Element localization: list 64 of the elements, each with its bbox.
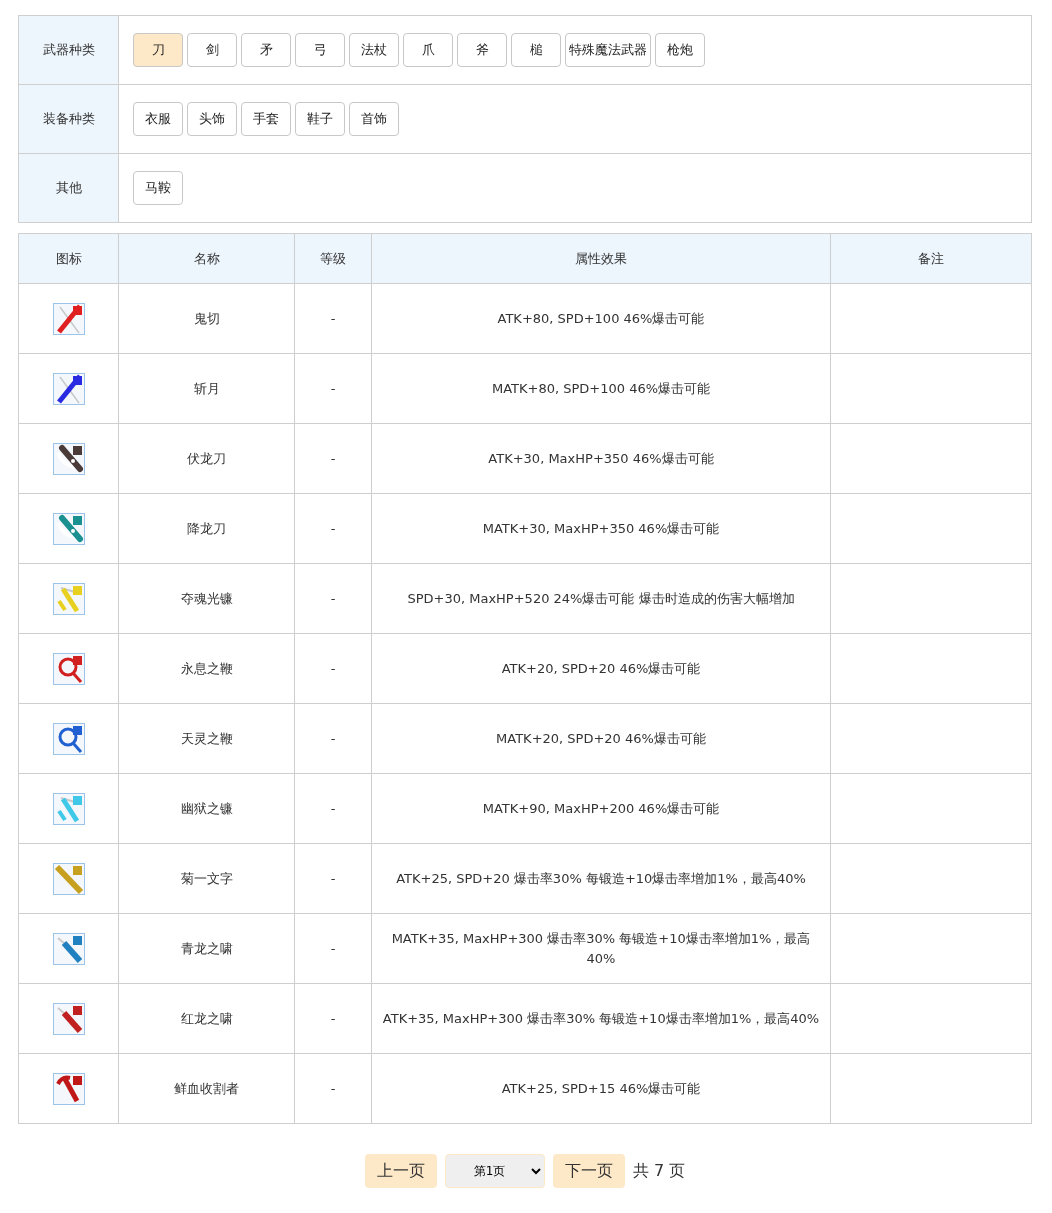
level-text: - — [330, 940, 336, 956]
filter-button[interactable]: 特殊魔法武器 — [565, 33, 651, 67]
item-name: 红龙之啸 — [180, 1010, 233, 1026]
filter-button[interactable]: 弓 — [295, 33, 345, 67]
item-name: 鬼切 — [193, 310, 220, 326]
level-text: - — [330, 870, 336, 886]
level-text: - — [330, 1010, 336, 1026]
item-name: 幽狱之镰 — [180, 800, 233, 816]
filter-button[interactable]: 枪炮 — [655, 33, 705, 67]
effect-text: ATK+80, SPD+100 46%爆击可能 — [497, 310, 705, 326]
effect-text: MATK+35, MaxHP+300 爆击率30% 每锻造+10爆击率增加1%，最高40% — [391, 931, 811, 966]
filter-button[interactable]: 斧 — [457, 33, 507, 67]
filter-button[interactable]: 手套 — [241, 102, 291, 136]
item-name: 天灵之鞭 — [180, 730, 233, 746]
effect-text: ATK+25, SPD+20 爆击率30% 每锻造+10爆击率增加1%，最高40% — [396, 870, 806, 886]
filter-button[interactable]: 衣服 — [133, 102, 183, 136]
page-select[interactable]: 第1页 — [444, 1154, 545, 1188]
level-text: - — [330, 590, 336, 606]
column-header: 名称 — [118, 233, 295, 284]
prev-page-button[interactable]: 上一页 — [364, 1154, 437, 1188]
page-count: 共 7 页 — [632, 1160, 686, 1182]
filter-button[interactable]: 马鞍 — [133, 171, 183, 205]
filter-button[interactable]: 头饰 — [187, 102, 237, 136]
effect-text: ATK+30, MaxHP+350 46%爆击可能 — [488, 450, 714, 466]
level-text: - — [330, 1080, 336, 1096]
level-text: - — [330, 660, 336, 676]
item-name: 夺魂光镰 — [180, 590, 233, 606]
column-header: 备注 — [830, 233, 1032, 284]
effect-text: MATK+90, MaxHP+200 46%爆击可能 — [482, 800, 720, 816]
category-label: 武器种类 — [18, 15, 119, 85]
level-text: - — [330, 800, 336, 816]
effect-text: ATK+35, MaxHP+300 爆击率30% 每锻造+10爆击率增加1%，最高40% — [382, 1010, 820, 1026]
column-header: 属性效果 — [371, 233, 831, 284]
item-name: 青龙之啸 — [180, 940, 233, 956]
filter-button[interactable]: 首饰 — [349, 102, 399, 136]
filter-button[interactable]: 法杖 — [349, 33, 399, 67]
effect-text: MATK+80, SPD+100 46%爆击可能 — [491, 380, 711, 396]
level-text: - — [330, 730, 336, 746]
effect-text: MATK+30, MaxHP+350 46%爆击可能 — [482, 520, 720, 536]
effect-text: ATK+20, SPD+20 46%爆击可能 — [501, 660, 701, 676]
item-name: 降龙刀 — [187, 520, 226, 536]
item-name: 永息之鞭 — [180, 660, 233, 676]
level-text: - — [330, 310, 336, 326]
column-header: 图标 — [18, 233, 119, 284]
filter-button[interactable]: 剑 — [187, 33, 237, 67]
filter-button[interactable]: 鞋子 — [295, 102, 345, 136]
level-text: - — [330, 450, 336, 466]
category-label: 装备种类 — [18, 84, 119, 154]
filter-button[interactable]: 槌 — [511, 33, 561, 67]
item-name: 鲜血收割者 — [174, 1080, 239, 1096]
item-name: 菊一文字 — [180, 870, 233, 886]
effect-text: MATK+20, SPD+20 46%爆击可能 — [496, 730, 706, 746]
next-page-button[interactable]: 下一页 — [552, 1154, 625, 1188]
level-text: - — [330, 520, 336, 536]
effect-text: ATK+25, SPD+15 46%爆击可能 — [501, 1080, 701, 1096]
filter-button[interactable]: 刀 — [133, 33, 183, 67]
category-label: 其他 — [18, 153, 119, 223]
item-name: 伏龙刀 — [187, 450, 226, 466]
filter-button[interactable]: 矛 — [241, 33, 291, 67]
level-text: - — [330, 380, 336, 396]
effect-text: SPD+30, MaxHP+520 24%爆击可能 爆击时造成的伤害大幅增加 — [407, 590, 795, 606]
item-name: 斩月 — [193, 380, 220, 396]
column-header: 等级 — [294, 233, 372, 284]
filter-button[interactable]: 爪 — [403, 33, 453, 67]
